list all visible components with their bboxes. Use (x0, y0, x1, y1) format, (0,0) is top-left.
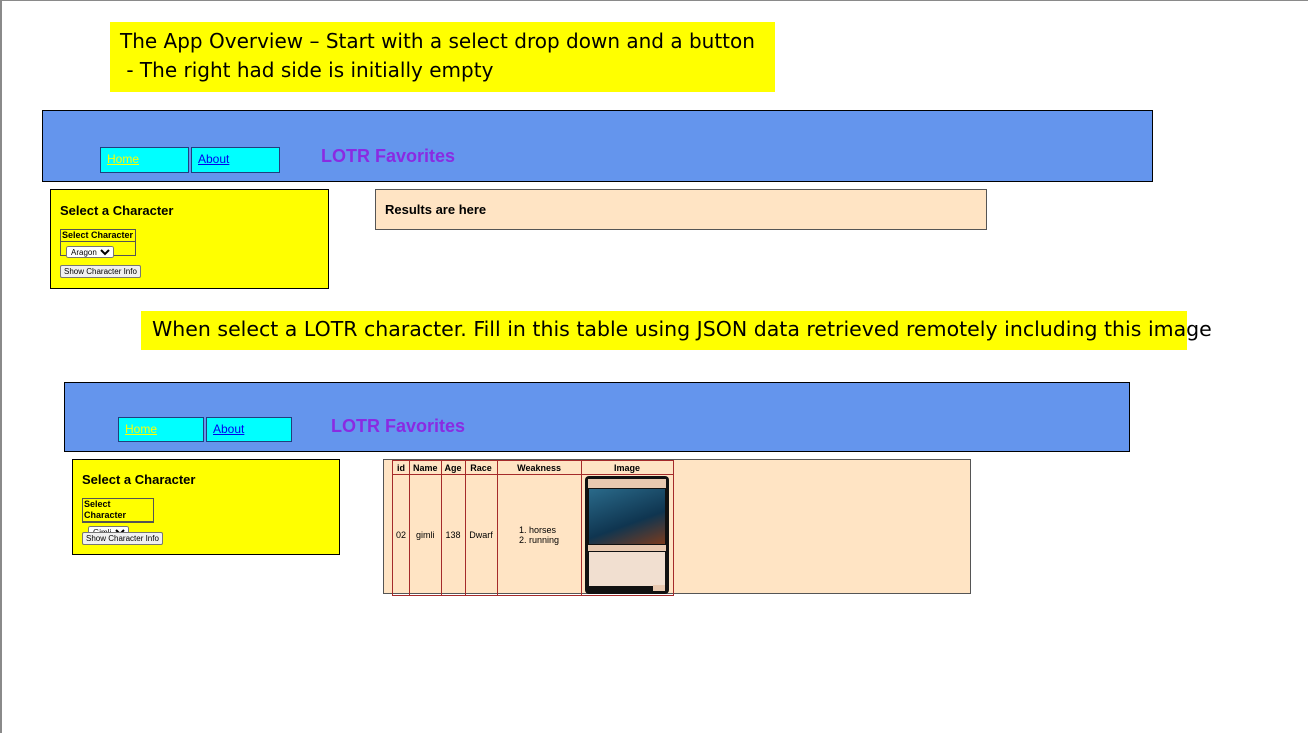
select-panel-heading: Select a Character (60, 203, 174, 218)
results-placeholder-text: Results are here (385, 202, 487, 217)
show-character-info-button[interactable]: Show Character Info (82, 532, 163, 545)
col-header-weakness: Weakness (496, 460, 582, 475)
instruction-callout: When select a LOTR character. Fill in th… (141, 311, 1212, 350)
overview-callout-line2: - The right had side is initially empty (120, 58, 494, 82)
select-character-label: Select Character (61, 230, 135, 242)
weakness-item: running (529, 535, 559, 545)
select-character-label: Select Character (83, 499, 153, 522)
cell-image (580, 474, 674, 596)
gimli-card-image (585, 476, 670, 594)
col-header-name: Name (409, 460, 442, 475)
cell-id: 02 (391, 474, 411, 596)
app-title: LOTR Favorites (321, 146, 456, 166)
weakness-list: horses running (519, 525, 559, 545)
table-header-row: id Name Age Race Weakness Image (391, 460, 674, 475)
cell-name: gimli (409, 474, 442, 596)
slide-border (0, 0, 2, 733)
cell-age: 138 (440, 474, 466, 596)
show-character-info-button[interactable]: Show Character Info (60, 265, 141, 278)
select-panel-heading: Select a Character (82, 472, 196, 487)
character-select[interactable]: Aragon (66, 246, 114, 258)
app-title: LOTR Favorites (331, 416, 466, 436)
table-row: 02 gimli 138 Dwarf horses running (391, 474, 674, 596)
cell-race: Dwarf (464, 474, 498, 596)
weakness-item: horses (529, 525, 559, 535)
select-panel-initial: Select a Character Select Character Arag… (50, 189, 329, 289)
nav-about-link[interactable]: About (206, 417, 292, 442)
slide-border-top (0, 0, 1308, 1)
col-header-image: Image (580, 460, 674, 475)
results-panel-initial: Results are here (375, 189, 987, 230)
select-character-fieldset: Select Character Aragon (60, 229, 136, 258)
overview-callout-line1: The App Overview – Start with a select d… (120, 29, 755, 53)
cell-weakness: horses running (496, 474, 582, 596)
nav-home-link[interactable]: Home (100, 147, 189, 173)
col-header-race: Race (464, 460, 498, 475)
navbar-initial: Home About LOTR Favorites (42, 110, 1153, 182)
navbar-filled: Home About LOTR Favorites (64, 382, 1130, 452)
results-panel-filled: id Name Age Race Weakness Image 02 gimli… (383, 459, 971, 596)
overview-callout: The App Overview – Start with a select d… (110, 22, 775, 92)
nav-about-link[interactable]: About (191, 147, 280, 173)
character-table: id Name Age Race Weakness Image 02 gimli… (391, 460, 674, 596)
select-panel-filled: Select a Character Select Character Giml… (72, 459, 340, 555)
select-character-fieldset: Select Character Gimli (82, 498, 154, 538)
col-header-id: id (391, 460, 411, 475)
nav-home-link[interactable]: Home (118, 417, 204, 442)
col-header-age: Age (440, 460, 466, 475)
